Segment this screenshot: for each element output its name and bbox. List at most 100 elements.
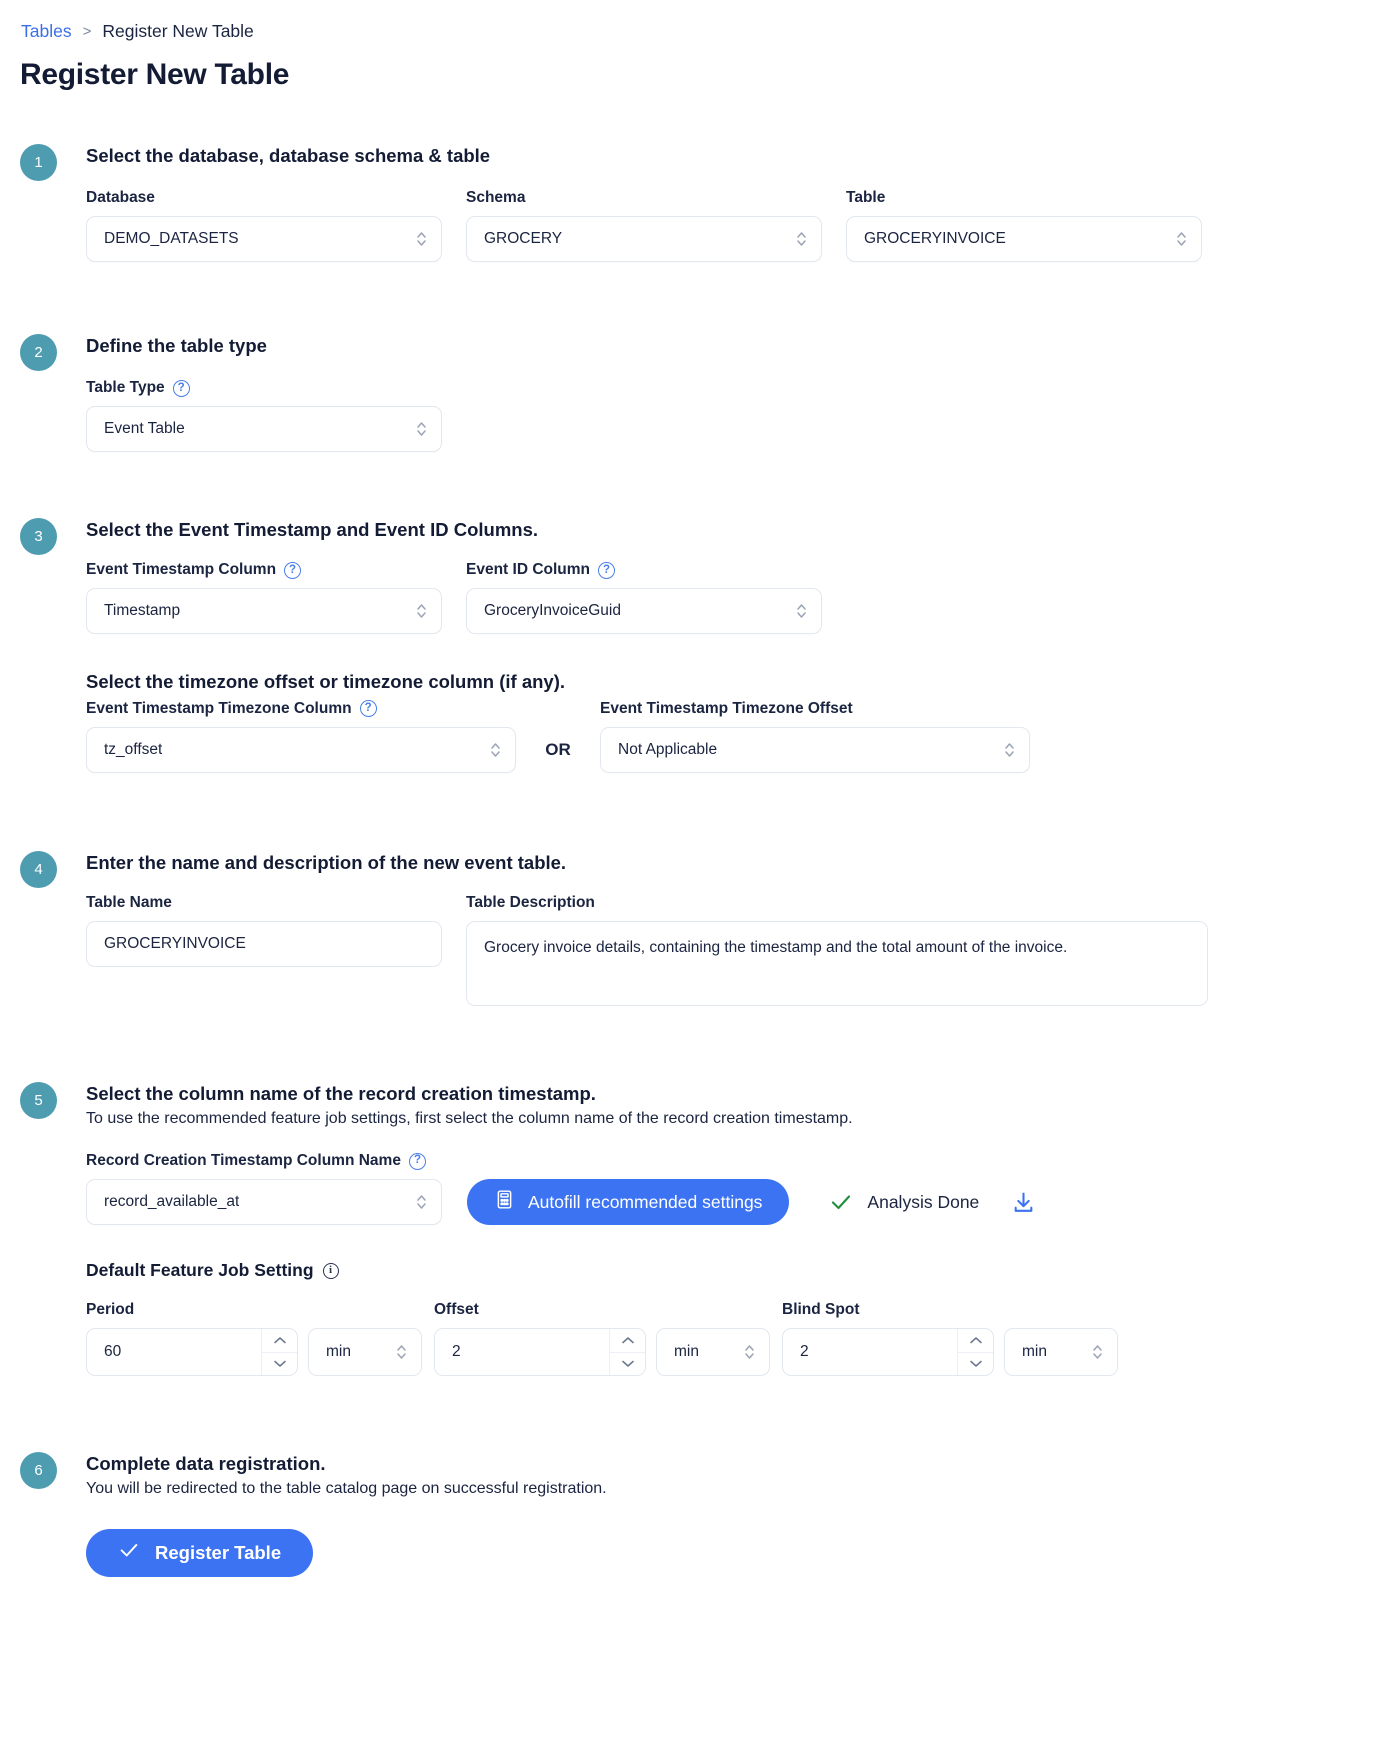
table-field-group: Table GROCERYINVOICE [846, 189, 1202, 263]
table-description-label: Table Description [466, 894, 1208, 912]
timezone-column-value: tz_offset [104, 740, 163, 758]
period-input[interactable]: 60 [86, 1328, 298, 1377]
step-5-title: Select the column name of the record cre… [86, 1082, 596, 1104]
blind-spot-stepper [957, 1329, 993, 1376]
event-timestamp-column-group: Event Timestamp Column ? Timestamp [86, 561, 442, 635]
period-stepper [261, 1329, 297, 1376]
timezone-row: Event Timestamp Timezone Column ? tz_off… [86, 700, 1374, 773]
table-name-label: Table Name [86, 894, 442, 912]
step-1-title: Select the database, database schema & t… [86, 145, 491, 166]
database-label: Database [86, 189, 442, 207]
event-timestamp-column-label: Event Timestamp Column ? [86, 561, 442, 579]
table-description-field-group: Table Description Grocery invoice detail… [466, 894, 1208, 1006]
timezone-or-label: OR [545, 739, 571, 759]
blind-spot-decrement-button[interactable] [958, 1351, 993, 1376]
breadcrumb-link-tables[interactable]: Tables [21, 21, 72, 42]
database-label-text: Database [86, 189, 155, 207]
chevron-up-down-icon [795, 229, 808, 249]
table-type-field-group: Table Type ? Event Table [86, 379, 442, 453]
period-group: Period 60 min [86, 1301, 434, 1377]
chevron-up-down-icon [415, 419, 428, 439]
check-icon [829, 1190, 853, 1214]
record-creation-label-text: Record Creation Timestamp Column Name [86, 1152, 401, 1170]
step-5-subtitle: To use the recommended feature job setti… [86, 1109, 853, 1127]
table-name-field-group: Table Name GROCERYINVOICE [86, 894, 442, 967]
help-circle-icon[interactable]: ? [284, 561, 302, 579]
chevron-up-down-icon [415, 229, 428, 249]
help-circle-icon[interactable]: ? [408, 1152, 426, 1170]
timezone-column-label: Event Timestamp Timezone Column ? [86, 700, 516, 718]
help-circle-icon[interactable]: ? [359, 700, 377, 717]
analysis-status: Analysis Done [829, 1190, 1036, 1215]
timezone-column-label-text: Event Timestamp Timezone Column [86, 699, 352, 717]
step-4-name-description: 4 Enter the name and description of the … [0, 850, 1374, 1006]
blind-spot-unit-value: min [1022, 1343, 1047, 1361]
timezone-offset-select[interactable]: Not Applicable [600, 726, 1030, 773]
event-timestamp-column-label-text: Event Timestamp Column [86, 561, 277, 579]
offset-unit-value: min [674, 1343, 699, 1361]
table-type-select[interactable]: Event Table [86, 406, 442, 453]
blind-spot-controls: 2 min [782, 1328, 1130, 1377]
period-label: Period [86, 1301, 135, 1319]
event-id-column-group: Event ID Column ? GroceryInvoiceGuid [466, 561, 822, 635]
offset-input[interactable]: 2 [434, 1328, 646, 1377]
event-id-column-select[interactable]: GroceryInvoiceGuid [466, 588, 822, 635]
info-circle-icon[interactable]: i [322, 1262, 339, 1279]
table-description-textarea[interactable]: Grocery invoice details, containing the … [466, 920, 1208, 1006]
chevron-up-down-icon [795, 601, 808, 621]
chevron-up-down-icon [415, 601, 428, 621]
event-timestamp-column-value: Timestamp [104, 602, 181, 620]
period-value: 60 [104, 1343, 122, 1361]
period-decrement-button[interactable] [262, 1351, 297, 1376]
step-2-table-type: 2 Define the table type Table Type ? Eve… [0, 334, 1374, 453]
offset-decrement-button[interactable] [610, 1351, 645, 1376]
step-2-title: Define the table type [86, 335, 267, 357]
blind-spot-unit-select[interactable]: min [1004, 1328, 1118, 1377]
table-label-text: Table [846, 189, 886, 207]
offset-increment-button[interactable] [610, 1329, 645, 1352]
database-select[interactable]: DEMO_DATASETS [86, 216, 442, 263]
register-new-table-page: Tables > Register New Table Register New… [0, 0, 1374, 1760]
step-1-select-database: 1 Select the database, database schema &… [0, 144, 1374, 263]
autofill-button-label: Autofill recommended settings [528, 1191, 763, 1212]
register-table-button[interactable]: Register Table [86, 1528, 314, 1577]
period-unit-select[interactable]: min [308, 1328, 422, 1377]
register-table-button-label: Register Table [155, 1541, 282, 1563]
record-creation-timestamp-select[interactable]: record_available_at [86, 1179, 442, 1226]
database-value: DEMO_DATASETS [104, 230, 239, 248]
timezone-column-select[interactable]: tz_offset [86, 726, 516, 773]
step-2-badge: 2 [20, 334, 57, 372]
timezone-offset-value: Not Applicable [618, 740, 718, 758]
table-name-input[interactable]: GROCERYINVOICE [86, 920, 442, 967]
period-increment-button[interactable] [262, 1329, 297, 1352]
offset-unit-select[interactable]: min [656, 1328, 770, 1377]
blind-spot-input[interactable]: 2 [782, 1328, 994, 1377]
help-circle-icon[interactable]: ? [172, 379, 190, 397]
event-id-column-value: GroceryInvoiceGuid [484, 602, 621, 620]
table-select[interactable]: GROCERYINVOICE [846, 216, 1202, 263]
step-4-fields: Table Name GROCERYINVOICE Table Descript… [86, 894, 1374, 1006]
step-6-title: Complete data registration. [86, 1453, 326, 1475]
offset-label: Offset [434, 1301, 479, 1319]
chevron-up-down-icon [743, 1342, 756, 1362]
table-type-label-text: Table Type [86, 379, 165, 397]
event-id-column-label: Event ID Column ? [466, 561, 822, 579]
step-3-subheading: Select the timezone offset or timezone c… [86, 671, 566, 693]
download-icon[interactable] [1011, 1190, 1036, 1215]
offset-stepper [609, 1329, 645, 1376]
event-timestamp-column-select[interactable]: Timestamp [86, 588, 442, 635]
blind-spot-increment-button[interactable] [958, 1329, 993, 1352]
autofill-recommended-settings-button[interactable]: Autofill recommended settings [467, 1179, 790, 1226]
analysis-status-label: Analysis Done [867, 1191, 980, 1212]
schema-select[interactable]: GROCERY [466, 216, 822, 263]
timezone-offset-label-text: Event Timestamp Timezone Offset [600, 699, 853, 717]
breadcrumb-current: Register New Table [102, 20, 254, 41]
step-4-title: Enter the name and description of the ne… [86, 851, 567, 873]
record-creation-row: record_available_at Autofill recommended… [86, 1179, 1374, 1226]
help-circle-icon[interactable]: ? [598, 561, 616, 579]
step-5-record-creation-timestamp: 5 Select the column name of the record c… [0, 1081, 1374, 1377]
table-value: GROCERYINVOICE [864, 230, 1006, 248]
blind-spot-label: Blind Spot [782, 1301, 860, 1319]
blind-spot-value: 2 [800, 1343, 809, 1361]
step-6-badge: 6 [20, 1452, 57, 1490]
